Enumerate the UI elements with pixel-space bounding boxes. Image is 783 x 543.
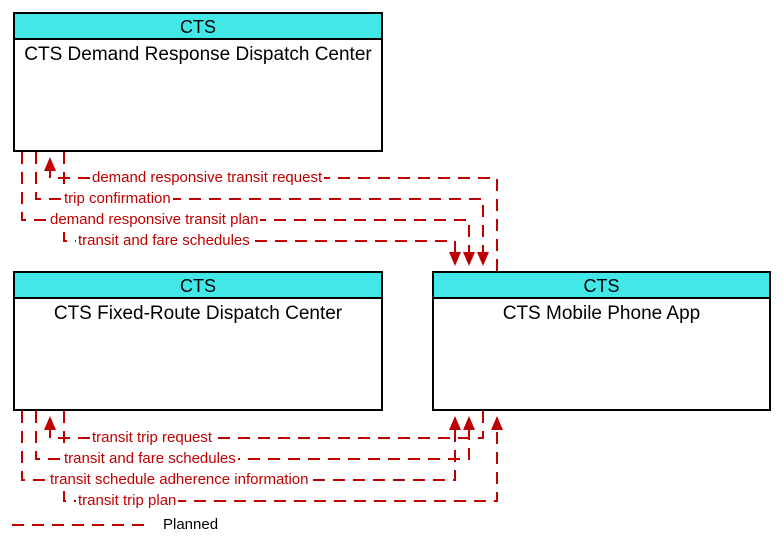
flow-label-transit-trip-request: transit trip request (90, 429, 214, 447)
box-title: CTS Demand Response Dispatch Center (15, 40, 381, 66)
flow-label-transit-and-fare-schedules-bottom: transit and fare schedules (62, 450, 238, 468)
flow-label-transit-and-fare-schedules-top: transit and fare schedules (76, 232, 252, 250)
box-cts-demand-response-dispatch-center: CTS CTS Demand Response Dispatch Center (13, 12, 383, 152)
box-title: CTS Mobile Phone App (434, 299, 769, 325)
flow-label-transit-trip-plan: transit trip plan (76, 492, 178, 510)
box-header: CTS (434, 273, 769, 299)
box-header: CTS (15, 14, 381, 40)
box-cts-fixed-route-dispatch-center: CTS CTS Fixed-Route Dispatch Center (13, 271, 383, 411)
legend-planned-label: Planned (163, 516, 218, 533)
flow-label-transit-schedule-adherence-information: transit schedule adherence information (48, 471, 311, 489)
flow-label-demand-responsive-transit-request: demand responsive transit request (90, 169, 324, 187)
flow-label-trip-confirmation: trip confirmation (62, 190, 173, 208)
box-header: CTS (15, 273, 381, 299)
flow-label-demand-responsive-transit-plan: demand responsive transit plan (48, 211, 260, 229)
box-cts-mobile-phone-app: CTS CTS Mobile Phone App (432, 271, 771, 411)
box-title: CTS Fixed-Route Dispatch Center (15, 299, 381, 325)
